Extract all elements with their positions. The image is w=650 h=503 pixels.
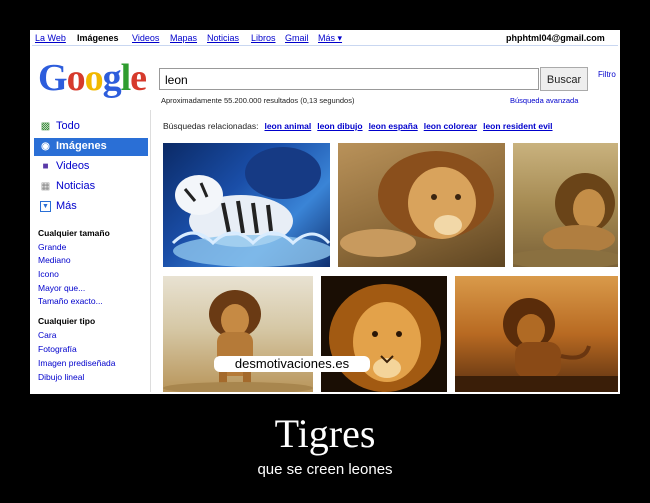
sidebar-divider [150, 110, 151, 392]
sidebar-item-label: Imágenes [56, 140, 107, 152]
sidebar-item-todo[interactable]: ▩ Todo [34, 118, 148, 136]
logo-letter: G [38, 57, 68, 99]
image-result-white-tiger[interactable] [163, 143, 330, 267]
size-option[interactable]: Mediano [38, 255, 71, 265]
sidebar-item-label: Videos [56, 160, 90, 172]
size-filter-title: Cualquier tamaño [38, 228, 110, 238]
news-icon: ▦ [40, 181, 51, 192]
more-icon: ▼ [40, 201, 51, 212]
images-icon: ◉ [41, 141, 50, 152]
poster-title: Tigres [274, 411, 376, 456]
poster-subtitle: que se creen leones [257, 461, 393, 478]
top-divider [32, 45, 618, 46]
lion-lying-image [340, 151, 494, 257]
lion-resting-image [513, 173, 618, 267]
related-label: Búsquedas relacionadas: [163, 121, 259, 131]
lion-sunset-image [455, 298, 618, 392]
google-images-screenshot: La Web Imágenes Videos Mapas Noticias Li… [32, 32, 618, 392]
nav-videos[interactable]: Videos [132, 33, 159, 43]
videos-icon: ■ [42, 161, 49, 172]
sidebar-item-noticias[interactable]: ▦ Noticias [34, 178, 148, 196]
related-link[interactable]: leon españa [369, 121, 418, 131]
logo-letter: o [66, 57, 86, 99]
type-option[interactable]: Imagen prediseñada [38, 358, 116, 368]
logo-letter: o [84, 57, 104, 99]
nav-gmail[interactable]: Gmail [285, 33, 309, 43]
sidebar-item-label: Todo [56, 120, 80, 132]
screenshot-frame: La Web Imágenes Videos Mapas Noticias Li… [30, 30, 620, 394]
nav-la-web[interactable]: La Web [35, 33, 66, 43]
size-option[interactable]: Grande [38, 242, 66, 252]
lion-face-image [329, 284, 441, 392]
sidebar-item-imagenes[interactable]: ◉ Imágenes [34, 138, 148, 156]
nav-libros[interactable]: Libros [251, 33, 276, 43]
logo-letter: l [120, 57, 132, 99]
logo-letter: e [130, 57, 147, 99]
sidebar-item-label: Noticias [56, 180, 96, 192]
image-result-lion-resting[interactable] [513, 143, 618, 267]
nav-imagenes[interactable]: Imágenes [77, 33, 119, 43]
related-searches: Búsquedas relacionadas: leon animal leon d… [163, 121, 553, 131]
related-link[interactable]: leon dibujo [317, 121, 362, 131]
search-button[interactable]: Buscar [540, 67, 588, 91]
todo-icon: ▩ [40, 121, 51, 132]
sidebar-item-label: Más [56, 200, 77, 212]
results-count: Aproximadamente 55.200.000 resultados (0… [161, 96, 355, 105]
nav-mapas[interactable]: Mapas [170, 33, 197, 43]
image-result-lion-sunset[interactable] [455, 276, 618, 392]
nav-noticias[interactable]: Noticias [207, 33, 239, 43]
image-result-lion-lying[interactable] [338, 143, 505, 267]
type-option[interactable]: Cara [38, 330, 56, 340]
related-link[interactable]: leon resident evil [483, 121, 552, 131]
search-input[interactable]: leon [159, 68, 539, 90]
type-option[interactable]: Dibujo lineal [38, 372, 84, 382]
logo-letter: g [102, 57, 122, 99]
watermark-badge: desmotivaciones.es [214, 356, 370, 372]
lion-walking-image [163, 290, 313, 392]
related-link[interactable]: leon animal [264, 121, 311, 131]
sidebar: ▩ Todo ◉ Imágenes ■ Videos ▦ Noticias ▼ … [34, 118, 150, 392]
sidebar-item-mas[interactable]: ▼ Más [34, 198, 148, 216]
size-option[interactable]: Tamaño exacto... [38, 296, 103, 306]
filter-link[interactable]: Filtro [598, 70, 616, 79]
image-result-lion-face[interactable] [321, 276, 447, 392]
type-filter-title: Cualquier tipo [38, 316, 96, 326]
account-email[interactable]: phphtml04@gmail.com [506, 33, 605, 43]
advanced-search-link[interactable]: Búsqueda avanzada [510, 96, 578, 105]
size-option[interactable]: Icono [38, 269, 59, 279]
image-result-lion-walking[interactable] [163, 276, 313, 392]
nav-mas[interactable]: Más ▾ [318, 33, 342, 44]
type-option[interactable]: Fotografía [38, 344, 77, 354]
sidebar-item-videos[interactable]: ■ Videos [34, 158, 148, 176]
size-option[interactable]: Mayor que... [38, 283, 85, 293]
google-logo[interactable]: Google [38, 56, 147, 100]
top-navigation: La Web Imágenes Videos Mapas Noticias Li… [32, 32, 618, 44]
white-tiger-image [171, 147, 330, 267]
related-link[interactable]: leon colorear [424, 121, 477, 131]
